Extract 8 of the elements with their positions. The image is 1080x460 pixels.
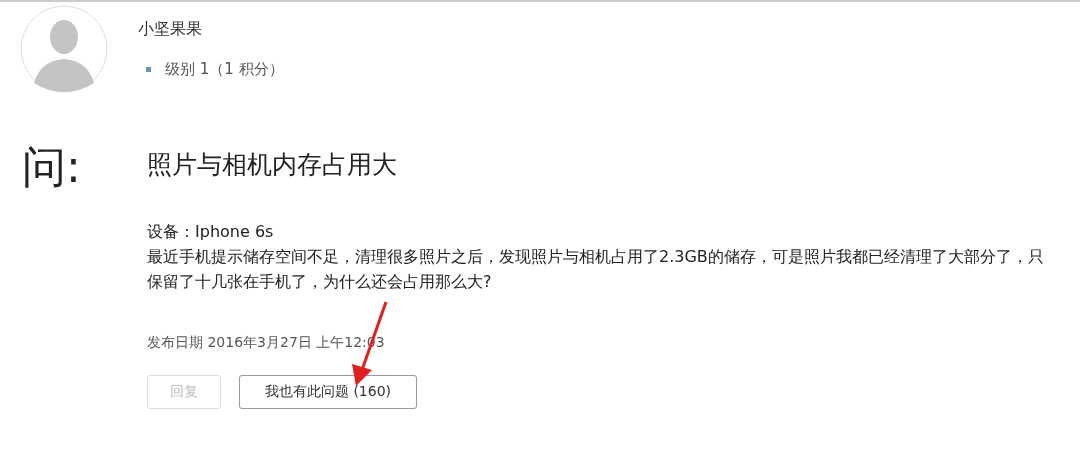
bullet-icon [146,67,151,72]
device-text: 设备：Iphone 6s [147,221,275,243]
user-name[interactable]: 小坚果果 [138,19,284,40]
same-question-button[interactable]: 我也有此问题 (160) [239,375,417,409]
question-marker: 问: [21,145,82,194]
user-level: 级别 1（1 积分） [165,60,284,79]
question-title: 照片与相机内存占用大 [147,149,398,181]
question-body: 最近手机提示储存空间不足，清理很多照片之后，发现照片与相机占用了2.3GB的储存，可是照片我都已经清理了大部分了，只保留了十几张在手机了，为什么还会占用那么大? [147,246,1045,293]
